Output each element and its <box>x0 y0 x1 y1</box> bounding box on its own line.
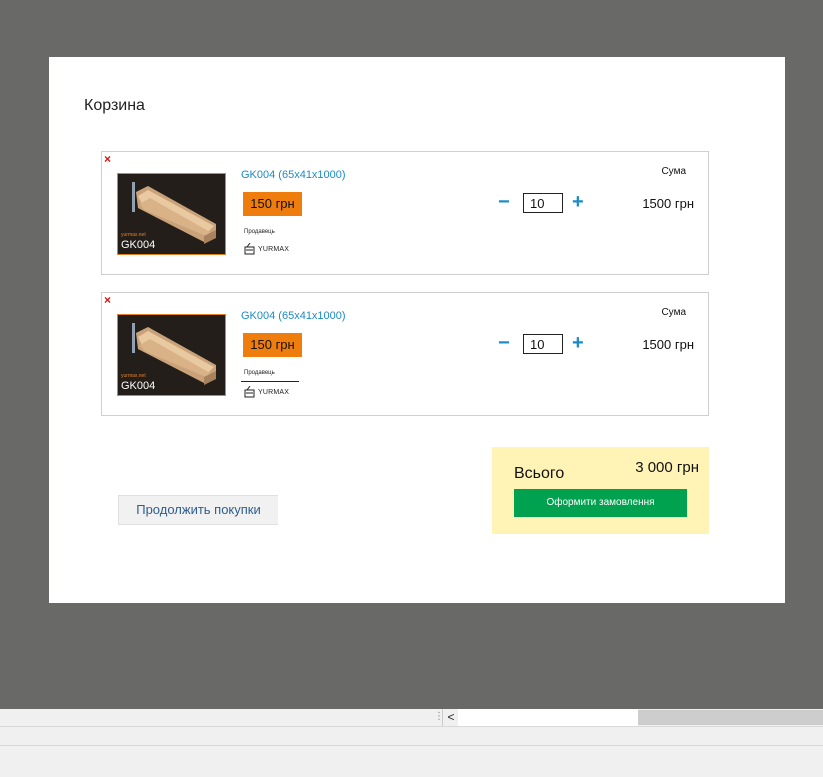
remove-item-icon[interactable]: × <box>104 294 111 306</box>
chevron-left-icon[interactable]: < <box>442 709 459 726</box>
thumbnail-code: GK004 <box>121 380 156 392</box>
checkout-button[interactable]: Оформити замовлення <box>514 489 687 517</box>
quantity-decrease-button[interactable]: − <box>498 330 510 356</box>
seller-label: Продавець <box>244 229 275 235</box>
sum-label: Сума <box>661 307 686 318</box>
cart-item: × yurmax.net GK004 GK004 (65x41x1000) 15… <box>101 292 709 416</box>
quantity-input[interactable] <box>523 193 563 213</box>
remove-item-icon[interactable]: × <box>104 153 111 165</box>
product-name-link[interactable]: GK004 (65x41x1000) <box>241 169 346 181</box>
status-bar <box>0 727 823 746</box>
quantity-decrease-button[interactable]: − <box>498 189 510 215</box>
scroll-track[interactable] <box>458 709 638 726</box>
seller-divider <box>241 381 299 382</box>
quantity-input[interactable] <box>523 334 563 354</box>
total-value: 3 000 грн <box>635 459 699 476</box>
scroll-thumb[interactable] <box>638 710 823 725</box>
price-badge: 150 грн <box>243 333 302 357</box>
seller-logo-text: YURMAX <box>258 245 290 253</box>
sum-value: 1500 грн <box>642 196 694 211</box>
sum-label: Сума <box>661 166 686 177</box>
seller-logo-icon <box>244 243 255 255</box>
modal-title: Корзина <box>84 97 145 114</box>
thumbnail-site: yurmax.net <box>121 373 146 379</box>
sum-value: 1500 грн <box>642 337 694 352</box>
product-thumbnail[interactable]: yurmax.net GK004 <box>117 314 226 396</box>
seller-label: Продавець <box>244 370 275 376</box>
horizontal-scrollbar: ⋮ < <box>0 709 823 727</box>
seller-logo-text: YURMAX <box>258 388 290 396</box>
total-box: Всього 3 000 грн Оформити замовлення <box>492 447 709 534</box>
quantity-increase-button[interactable]: + <box>572 330 584 356</box>
browser-bottom-bar: ⋮ < <box>0 709 823 777</box>
product-thumbnail[interactable]: yurmax.net GK004 <box>117 173 226 255</box>
price-badge: 150 грн <box>243 192 302 216</box>
thumbnail-site: yurmax.net <box>121 232 146 238</box>
thumbnail-code: GK004 <box>121 239 156 251</box>
cart-modal: Корзина × yurmax.net GK004 GK004 (65x41x… <box>49 57 785 603</box>
cart-item: × yurmax.net GK004 GK004 (65x41x1000) 15… <box>101 151 709 275</box>
continue-shopping-button[interactable]: Продолжить покупки <box>118 495 278 525</box>
seller-logo[interactable]: YURMAX <box>244 385 289 399</box>
seller-logo[interactable]: YURMAX <box>244 242 289 256</box>
quantity-increase-button[interactable]: + <box>572 189 584 215</box>
product-name-link[interactable]: GK004 (65x41x1000) <box>241 310 346 322</box>
seller-logo-icon <box>244 386 255 398</box>
total-label: Всього <box>514 465 565 482</box>
